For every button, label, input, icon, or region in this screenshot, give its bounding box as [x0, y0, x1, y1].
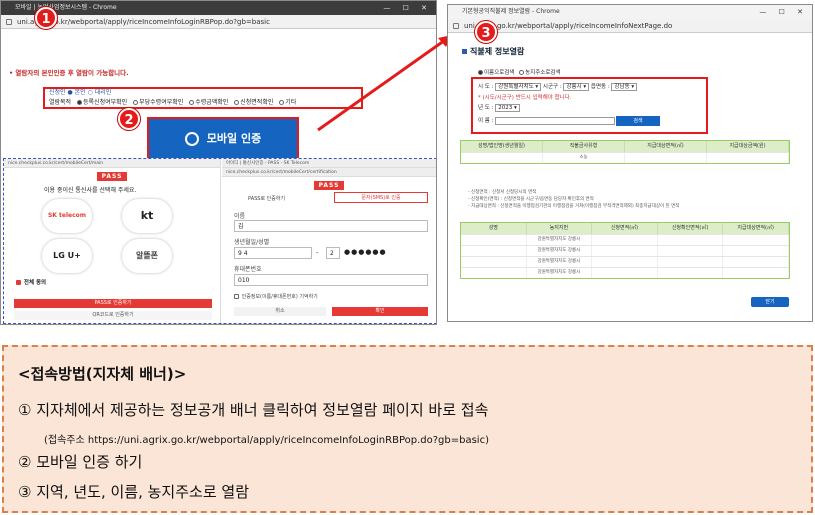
- radio-icon: [478, 70, 483, 75]
- search-by-address[interactable]: 농지주소로검색: [519, 70, 561, 76]
- info-window-titlebar: 기본형공익직불제 정보열람 - Chrome — ☐ ✕: [448, 5, 812, 19]
- table-row: 강원특별자치도 강릉시: [461, 256, 789, 267]
- table-row: 강원특별자치도 강릉시: [461, 267, 789, 278]
- year-select[interactable]: 2023 ▾: [495, 103, 520, 112]
- year-row: 년 도 : 2023 ▾: [478, 103, 520, 112]
- guide-step-3: ③ 지역, 년도, 이름, 농지주소로 열람: [18, 483, 249, 501]
- search-button[interactable]: 검색: [616, 116, 660, 126]
- step-marker-3: 3: [475, 21, 497, 43]
- name-label: 이 름 :: [478, 118, 494, 124]
- table-row: 소농: [461, 152, 789, 163]
- guide-step-1-url: (접속주소 https://uni.agrix.go.kr/webportal/…: [44, 435, 489, 446]
- search-by-name[interactable]: 이름으로검색: [478, 70, 514, 76]
- address-bar[interactable]: uni.agrix.go.kr/webportal/apply/riceInco…: [448, 19, 812, 33]
- window-title: 기본형공익직불제 정보열람 - Chrome: [462, 8, 560, 15]
- sigungu-select[interactable]: 강릉시 ▾: [563, 82, 590, 91]
- bullet-icon: [462, 49, 467, 54]
- guide-step-1: ① 지자체에서 제공하는 정보공개 배너 클릭하여 정보열람 페이지 바로 접속: [18, 401, 489, 419]
- year-label: 년 도 :: [478, 105, 494, 111]
- radio-icon: [519, 70, 525, 75]
- region-row: 시 도 : 강원특별자치도 ▾ 시군구 : 강릉시 ▾ 읍면동 : 강남동 ▾: [478, 82, 638, 91]
- guide-step-2: ② 모바일 인증 하기: [18, 453, 143, 471]
- table-header: 성명 농지지번 신청면적(㎡) 신청확인면적(㎡) 지급대상면적(㎡): [461, 223, 789, 234]
- sido-select[interactable]: 강원특별자치도 ▾: [495, 82, 542, 91]
- access-guide: <접속방법(지자체 배너)> ① 지자체에서 제공하는 정보공개 배너 클릭하여…: [2, 345, 813, 513]
- sigungu-label: 시군구 :: [542, 84, 562, 90]
- table-row: 강원특별자치도 강릉시: [461, 234, 789, 245]
- sido-label: 시 도 :: [478, 84, 494, 90]
- search-mode: 이름으로검색 농지주소로검색: [478, 68, 561, 76]
- eupmyeon-select[interactable]: 강남동 ▾: [611, 82, 638, 91]
- guide-heading: <접속방법(지자체 배너)>: [18, 365, 187, 383]
- name-row: 이 름 :: [478, 116, 616, 125]
- page-title: 직불제 정보열람: [462, 46, 524, 57]
- info-window: 기본형공익직불제 정보열람 - Chrome — ☐ ✕ uni.agrix.g…: [447, 4, 813, 322]
- region-warning: * (시도/시군구) 반드시 입력해야 합니다.: [478, 95, 572, 101]
- payment-table: 성명/법인명(생년월일) 직불금사유형 지급대상면적(㎡) 지급대상금액(원) 소농: [460, 140, 790, 164]
- definition-notes: - 신청면적 : 신청서 신청당시의 면적 - 신청확인(면적) : 신청면적을…: [468, 190, 680, 209]
- lock-icon: [453, 23, 459, 29]
- name-input[interactable]: [495, 116, 616, 125]
- window-controls[interactable]: — ☐ ✕: [759, 5, 808, 19]
- eupmyeon-label: 읍면동 :: [590, 84, 610, 90]
- table-row: 강원특별자치도 강릉시: [461, 245, 789, 256]
- close-button[interactable]: 닫기: [751, 297, 789, 307]
- farmland-table: 성명 농지지번 신청면적(㎡) 신청확인면적(㎡) 지급대상면적(㎡) 강원특별자치도 …: [460, 222, 790, 279]
- table-header: 성명/법인명(생년월일) 직불금사유형 지급대상면적(㎡) 지급대상금액(원): [461, 141, 789, 152]
